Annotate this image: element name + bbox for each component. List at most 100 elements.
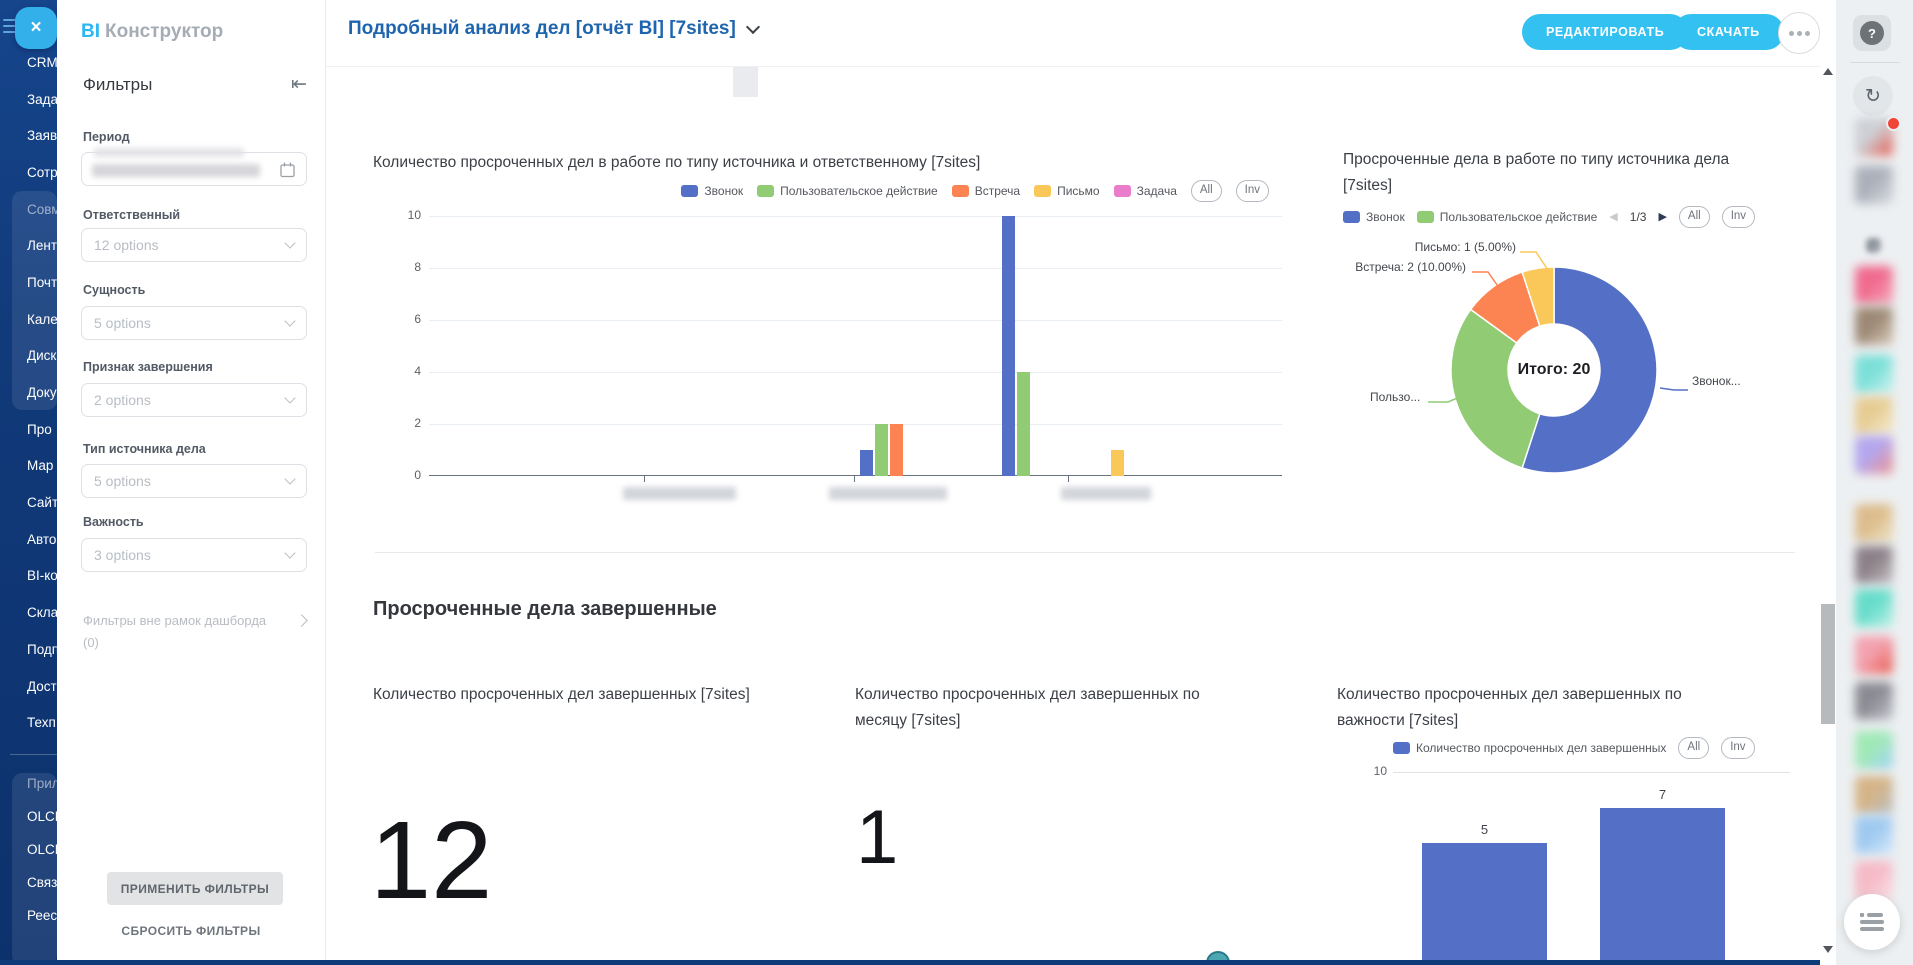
reset-filters-button[interactable]: СБРОСИТЬ ФИЛЬТРЫ xyxy=(57,924,325,938)
app-logo: BIКонструктор xyxy=(81,21,223,43)
legend-all-button[interactable]: All xyxy=(1678,737,1709,759)
blurred-avatar-icon[interactable] xyxy=(1855,636,1893,674)
help-button[interactable]: ? xyxy=(1853,15,1891,51)
blurred-avatar-icon[interactable] xyxy=(1855,546,1893,584)
sidebar-item-прил[interactable]: Прил xyxy=(0,767,57,800)
sidebar-item-подп[interactable]: Подп xyxy=(0,631,57,668)
scrollbar-up-arrow[interactable] xyxy=(1823,68,1833,75)
legend-all-button[interactable]: All xyxy=(1191,180,1222,202)
sidebar-item-зада[interactable]: Зада xyxy=(0,81,57,118)
sidebar-item-диск[interactable]: Диск xyxy=(0,338,57,375)
dashboard-title-dropdown[interactable]: Подробный анализ дел [отчёт BI] [7sites] xyxy=(348,18,758,40)
sidebar-item-связ[interactable]: Связ xyxy=(0,866,57,899)
filter-responsible-select[interactable]: 12 options xyxy=(81,228,307,262)
edit-button[interactable]: РЕДАКТИРОВАТЬ xyxy=(1522,14,1688,50)
logo-name: Конструктор xyxy=(105,21,223,42)
legend-item-3[interactable]: Письмо xyxy=(1034,184,1100,198)
sidebar-item-сайт[interactable]: Сайт xyxy=(0,484,57,521)
legend-item-4[interactable]: Задача xyxy=(1114,184,1177,198)
apply-filters-button[interactable]: ПРИМЕНИТЬ ФИЛЬТРЫ xyxy=(107,872,283,905)
filter-importance-label: Важность xyxy=(83,515,144,529)
bar-Звонок[interactable] xyxy=(1002,216,1015,476)
bar-importance-0[interactable] xyxy=(1422,843,1547,960)
filters-outside-link[interactable]: Фильтры вне рамок дашборда (0) xyxy=(83,610,283,654)
legend-item-1[interactable]: Пользовательское действие xyxy=(757,184,938,198)
history-button[interactable]: ↻ xyxy=(1853,76,1893,116)
sidebar-item-дост[interactable]: Дост xyxy=(0,668,57,705)
sidebar-item-совм[interactable]: Совм xyxy=(0,191,57,228)
sidebar-item-crm[interactable]: CRM xyxy=(0,44,57,81)
filter-completion-select[interactable]: 2 options xyxy=(81,383,307,417)
blurred-avatar-icon[interactable] xyxy=(1855,307,1893,345)
redacted-date-text xyxy=(92,164,260,177)
more-menu-button[interactable] xyxy=(1778,12,1820,54)
sidebar-item-мар[interactable]: Мар xyxy=(0,448,57,485)
legend-label: Звонок xyxy=(704,184,743,198)
scrollbar-thumb[interactable] xyxy=(1821,604,1835,724)
y-axis-tick: 10 xyxy=(393,208,421,222)
blurred-avatar-icon[interactable] xyxy=(1855,504,1893,542)
blurred-avatar-icon[interactable] xyxy=(1855,166,1893,204)
filter-entity-select[interactable]: 5 options xyxy=(81,306,307,340)
bar-Пользовательское действие[interactable] xyxy=(1017,372,1030,476)
bar-Письмо[interactable] xyxy=(1111,450,1124,476)
sidebar-item-техп[interactable]: Техп xyxy=(0,704,57,741)
collapse-panel-icon[interactable]: ⇤ xyxy=(291,73,307,96)
legend-inv-button[interactable]: Inv xyxy=(1722,206,1755,228)
scrollbar-down-arrow[interactable] xyxy=(1823,946,1833,953)
legend-item-completed[interactable]: Количество просроченных дел завершенных xyxy=(1393,741,1666,755)
legend-all-button[interactable]: All xyxy=(1679,206,1710,228)
blurred-avatar-icon[interactable] xyxy=(1855,355,1893,393)
blurred-avatar-icon[interactable] xyxy=(1855,776,1893,814)
filter-importance-select[interactable]: 3 options xyxy=(81,538,307,572)
sidebar-item-olch[interactable]: OLCH xyxy=(0,833,57,866)
quick-menu-button[interactable] xyxy=(1844,894,1900,950)
blurred-avatar-icon[interactable] xyxy=(1855,731,1893,769)
sidebar-item-доку[interactable]: Доку xyxy=(0,374,57,411)
sidebar-item-кале[interactable]: Кале xyxy=(0,301,57,338)
blurred-avatar-icon[interactable] xyxy=(1855,816,1893,854)
bar-Звонок[interactable] xyxy=(860,450,873,476)
sidebar-item-bi-ко[interactable]: BI-ко xyxy=(0,558,57,595)
filter-source-type-select[interactable]: 5 options xyxy=(81,464,307,498)
gridline xyxy=(429,320,1282,321)
legend-item-0[interactable]: Звонок xyxy=(681,184,743,198)
y-axis-tick: 2 xyxy=(393,416,421,430)
sidebar-item-сотр[interactable]: Сотр xyxy=(0,154,57,191)
sidebar-item-реес[interactable]: Реес xyxy=(0,899,57,932)
sidebar-item-почт[interactable]: Почт xyxy=(0,264,57,301)
blurred-avatar-icon[interactable] xyxy=(1855,436,1893,474)
sidebar-item-про[interactable]: Про xyxy=(0,411,57,448)
blurred-avatar-icon[interactable] xyxy=(1855,397,1893,435)
sidebar-item-лент[interactable]: Лент xyxy=(0,227,57,264)
logo-bi: BI xyxy=(81,21,100,42)
bar-Встреча[interactable] xyxy=(890,424,903,476)
bar-Пользовательское действие[interactable] xyxy=(875,424,888,476)
chevron-right-icon[interactable] xyxy=(295,614,308,627)
legend-item-2[interactable]: Встреча xyxy=(952,184,1020,198)
left-nav-divider xyxy=(0,741,57,767)
bar-importance-1[interactable] xyxy=(1600,808,1725,960)
blurred-avatar-icon[interactable] xyxy=(1855,589,1893,627)
download-button[interactable]: СКАЧАТЬ xyxy=(1673,14,1784,50)
sidebar-item-заяв[interactable]: Заяв xyxy=(0,117,57,154)
blurred-avatar-icon[interactable] xyxy=(1866,238,1881,253)
chevron-down-icon xyxy=(284,237,295,248)
filter-period-input[interactable] xyxy=(81,152,307,186)
blurred-avatar-icon[interactable] xyxy=(1855,266,1893,304)
close-menu-button[interactable]: × xyxy=(15,7,57,49)
sidebar-item-авто[interactable]: Авто xyxy=(0,521,57,558)
sidebar-item-olch[interactable]: OLCH xyxy=(0,800,57,833)
redacted-date-text xyxy=(94,148,244,157)
section-title-completed: Просроченные дела завершенные xyxy=(373,598,717,621)
legend-next-icon[interactable]: ▶ xyxy=(1658,212,1666,223)
legend-prev-icon[interactable]: ◀ xyxy=(1609,212,1617,223)
y-axis-tick: 4 xyxy=(393,364,421,378)
sidebar-item-скла[interactable]: Скла xyxy=(0,594,57,631)
legend-label: Звонок xyxy=(1366,210,1405,224)
legend-inv-button[interactable]: Inv xyxy=(1721,737,1754,759)
legend-inv-button[interactable]: Inv xyxy=(1236,180,1269,202)
legend-item-user-action[interactable]: Пользовательское действие xyxy=(1417,210,1598,224)
blurred-avatar-icon[interactable] xyxy=(1855,682,1893,720)
legend-item-zvonok[interactable]: Звонок xyxy=(1343,210,1405,224)
